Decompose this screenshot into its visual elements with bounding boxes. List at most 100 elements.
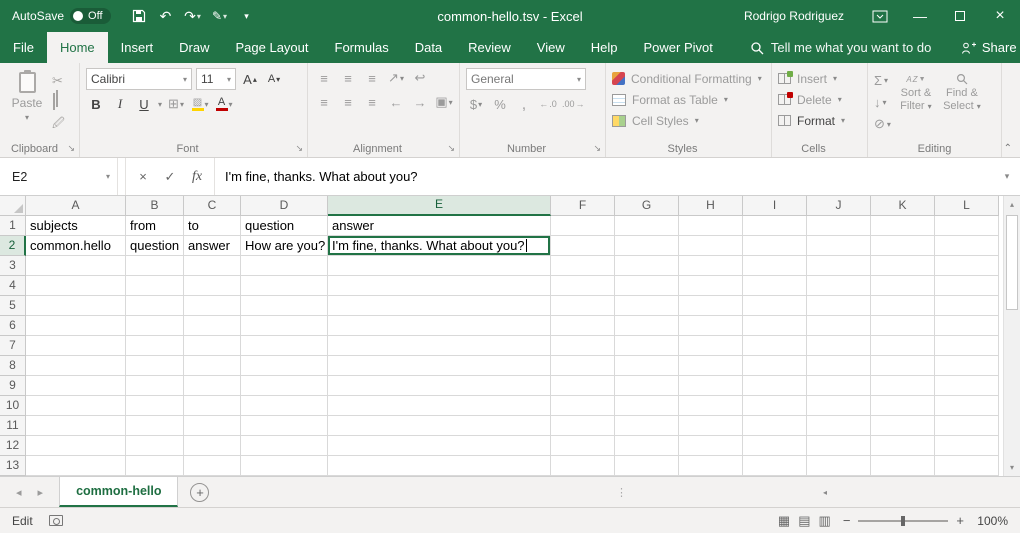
comma-style-button[interactable]: , bbox=[514, 94, 534, 114]
increase-font-size-button[interactable]: A▴ bbox=[240, 69, 260, 89]
cell-D6[interactable] bbox=[241, 316, 328, 336]
cell-C5[interactable] bbox=[184, 296, 241, 316]
vertical-scroll-thumb[interactable] bbox=[1006, 215, 1018, 310]
cell-C1[interactable]: to bbox=[184, 216, 241, 236]
tab-page-layout[interactable]: Page Layout bbox=[223, 32, 322, 63]
cell-G6[interactable] bbox=[615, 316, 679, 336]
zoom-out-button[interactable]: − bbox=[843, 513, 851, 528]
expand-formula-bar-button[interactable]: ▾ bbox=[994, 158, 1020, 195]
new-sheet-button[interactable]: + bbox=[190, 483, 209, 502]
cell-F9[interactable] bbox=[551, 376, 615, 396]
cell-C3[interactable] bbox=[184, 256, 241, 276]
cell-A1[interactable]: subjects bbox=[26, 216, 126, 236]
cell-J7[interactable] bbox=[807, 336, 871, 356]
cell-A6[interactable] bbox=[26, 316, 126, 336]
cell-I3[interactable] bbox=[743, 256, 807, 276]
cell-G4[interactable] bbox=[615, 276, 679, 296]
tell-me-search[interactable] bbox=[750, 32, 961, 63]
format-cells-button[interactable]: Format ▾ bbox=[778, 110, 861, 131]
cell-I11[interactable] bbox=[743, 416, 807, 436]
cell-A13[interactable] bbox=[26, 456, 126, 476]
cell-I10[interactable] bbox=[743, 396, 807, 416]
cell-H3[interactable] bbox=[679, 256, 743, 276]
increase-decimal-button[interactable]: ←.0 bbox=[538, 94, 558, 114]
tab-help[interactable]: Help bbox=[578, 32, 631, 63]
cell-J4[interactable] bbox=[807, 276, 871, 296]
cell-J9[interactable] bbox=[807, 376, 871, 396]
borders-button[interactable]: ⊞▾ bbox=[166, 94, 186, 114]
cell-I4[interactable] bbox=[743, 276, 807, 296]
formula-input[interactable]: I'm fine, thanks. What about you? bbox=[215, 158, 994, 195]
cell-I12[interactable] bbox=[743, 436, 807, 456]
cell-L12[interactable] bbox=[935, 436, 999, 456]
cell-F5[interactable] bbox=[551, 296, 615, 316]
cell-K6[interactable] bbox=[871, 316, 935, 336]
sheet-tab-common-hello[interactable]: common-hello bbox=[59, 477, 178, 507]
cell-C8[interactable] bbox=[184, 356, 241, 376]
cell-styles-button[interactable]: Cell Styles ▾ bbox=[612, 110, 765, 131]
cell-B3[interactable] bbox=[126, 256, 184, 276]
increase-indent-button[interactable]: → bbox=[410, 92, 430, 112]
cell-D12[interactable] bbox=[241, 436, 328, 456]
cell-K12[interactable] bbox=[871, 436, 935, 456]
cell-E5[interactable] bbox=[328, 296, 551, 316]
cell-B11[interactable] bbox=[126, 416, 184, 436]
cell-D8[interactable] bbox=[241, 356, 328, 376]
zoom-in-button[interactable]: + bbox=[956, 513, 964, 528]
cell-J2[interactable] bbox=[807, 236, 871, 256]
cell-J13[interactable] bbox=[807, 456, 871, 476]
row-header-11[interactable]: 11 bbox=[0, 416, 26, 436]
next-sheet-button[interactable]: ▸ bbox=[38, 486, 44, 499]
zoom-slider[interactable] bbox=[858, 520, 948, 522]
cell-L10[interactable] bbox=[935, 396, 999, 416]
cell-A2[interactable]: common.hello bbox=[26, 236, 126, 256]
scroll-down-arrow[interactable]: ▾ bbox=[1004, 459, 1020, 476]
column-header-A[interactable]: A bbox=[26, 196, 126, 216]
cell-I7[interactable] bbox=[743, 336, 807, 356]
enter-button[interactable]: ✓ bbox=[158, 165, 182, 189]
cell-I1[interactable] bbox=[743, 216, 807, 236]
cell-A7[interactable] bbox=[26, 336, 126, 356]
cell-D4[interactable] bbox=[241, 276, 328, 296]
cell-H5[interactable] bbox=[679, 296, 743, 316]
tab-data[interactable]: Data bbox=[402, 32, 455, 63]
cell-K7[interactable] bbox=[871, 336, 935, 356]
minimize-button[interactable]: — bbox=[900, 0, 940, 32]
cell-I5[interactable] bbox=[743, 296, 807, 316]
tab-formulas[interactable]: Formulas bbox=[322, 32, 402, 63]
autosave-pill[interactable]: Off bbox=[70, 8, 110, 24]
cell-E9[interactable] bbox=[328, 376, 551, 396]
row-header-1[interactable]: 1 bbox=[0, 216, 26, 236]
tab-view[interactable]: View bbox=[524, 32, 578, 63]
cell-L11[interactable] bbox=[935, 416, 999, 436]
scroll-left-arrow[interactable]: ◂ bbox=[631, 484, 1019, 501]
cell-F12[interactable] bbox=[551, 436, 615, 456]
cell-A4[interactable] bbox=[26, 276, 126, 296]
column-header-D[interactable]: D bbox=[241, 196, 328, 216]
cell-D11[interactable] bbox=[241, 416, 328, 436]
cell-F6[interactable] bbox=[551, 316, 615, 336]
normal-view-button[interactable]: ▦ bbox=[778, 513, 790, 529]
cell-G12[interactable] bbox=[615, 436, 679, 456]
tab-insert[interactable]: Insert bbox=[108, 32, 167, 63]
cell-K5[interactable] bbox=[871, 296, 935, 316]
vertical-scroll-track[interactable] bbox=[1004, 213, 1020, 459]
row-header-3[interactable]: 3 bbox=[0, 256, 26, 276]
sort-filter-button[interactable]: AZ▼ Sort & Filter ▾ bbox=[895, 68, 937, 140]
row-header-7[interactable]: 7 bbox=[0, 336, 26, 356]
cell-F1[interactable] bbox=[551, 216, 615, 236]
cell-C10[interactable] bbox=[184, 396, 241, 416]
cell-L7[interactable] bbox=[935, 336, 999, 356]
ribbon-display-options-button[interactable] bbox=[860, 0, 900, 32]
clear-button[interactable]: ⊘ ▾ bbox=[874, 114, 891, 134]
cell-I8[interactable] bbox=[743, 356, 807, 376]
cell-H6[interactable] bbox=[679, 316, 743, 336]
cell-K2[interactable] bbox=[871, 236, 935, 256]
column-header-I[interactable]: I bbox=[743, 196, 807, 216]
insert-function-button[interactable]: fx bbox=[185, 165, 209, 189]
column-header-K[interactable]: K bbox=[871, 196, 935, 216]
cell-D10[interactable] bbox=[241, 396, 328, 416]
cell-B9[interactable] bbox=[126, 376, 184, 396]
italic-button[interactable]: I bbox=[110, 94, 130, 114]
row-header-6[interactable]: 6 bbox=[0, 316, 26, 336]
